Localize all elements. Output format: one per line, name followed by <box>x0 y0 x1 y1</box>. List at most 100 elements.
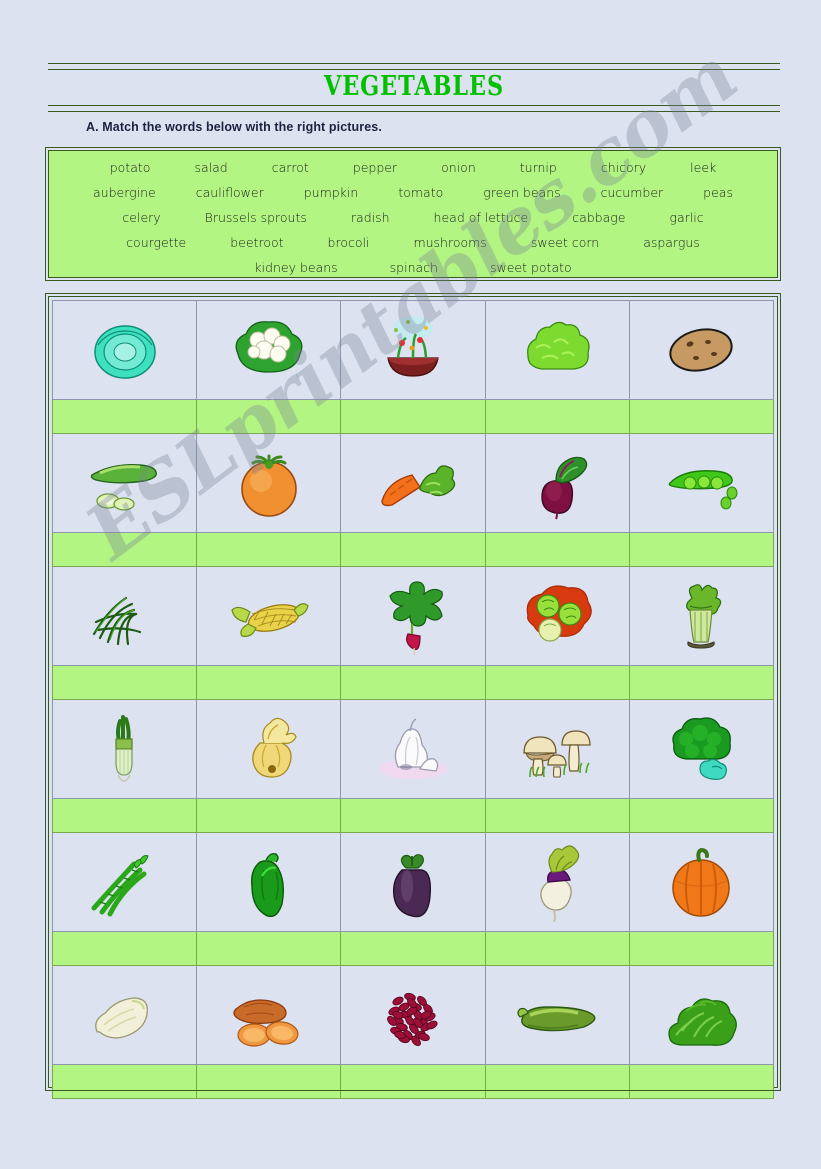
answer-blank[interactable] <box>196 665 342 700</box>
word-bank-word[interactable]: Brussels sprouts <box>205 210 307 225</box>
word-bank-word[interactable]: leek <box>690 160 716 175</box>
salad-bowl-icon <box>341 301 484 399</box>
answer-blank[interactable] <box>484 665 630 700</box>
picture-cell <box>484 965 630 1065</box>
word-bank-word[interactable]: turnip <box>520 160 557 175</box>
sweet-corn-icon <box>197 567 340 665</box>
word-bank-word[interactable]: pepper <box>353 160 397 175</box>
picture-cell <box>484 566 630 666</box>
picture-row <box>51 433 775 533</box>
picture-cell <box>484 832 630 932</box>
word-bank-word[interactable]: salad <box>194 160 227 175</box>
word-bank-word[interactable]: carrot <box>272 160 309 175</box>
answer-blank[interactable] <box>340 532 486 567</box>
answer-blank[interactable] <box>484 1064 630 1099</box>
word-bank-word[interactable]: sweet potato <box>490 260 572 275</box>
word-bank-word[interactable]: head of lettuce <box>434 210 529 225</box>
page-title: VEGETABLES <box>323 71 505 102</box>
word-bank-word[interactable]: aspargus <box>643 235 700 250</box>
word-bank-row: kidney beans spinach sweet potato <box>59 255 767 280</box>
turnip-icon <box>486 833 629 931</box>
word-bank-word[interactable]: chicory <box>601 160 646 175</box>
answer-blank[interactable] <box>196 1064 342 1099</box>
answer-blank[interactable] <box>51 798 198 833</box>
word-bank-word[interactable]: cabbage <box>572 210 625 225</box>
answer-blank[interactable] <box>51 1064 198 1099</box>
picture-cell <box>484 300 630 400</box>
answer-blank[interactable] <box>340 399 486 434</box>
instruction-text: A. Match the words below with the right … <box>86 120 382 134</box>
answer-blank[interactable] <box>628 1064 775 1099</box>
word-bank-row: courgette beetroot brocoli mushrooms sweet c… <box>59 230 767 255</box>
word-bank-word[interactable]: potato <box>110 160 151 175</box>
word-bank-word[interactable]: radish <box>351 210 390 225</box>
leek-icon <box>53 700 196 798</box>
kidney-beans-icon <box>341 966 484 1064</box>
picture-cell <box>51 566 198 666</box>
answer-blank[interactable] <box>51 399 198 434</box>
spinach-icon <box>630 966 773 1064</box>
picture-cell <box>340 300 486 400</box>
answer-blank[interactable] <box>51 532 198 567</box>
word-bank-word[interactable]: onion <box>441 160 476 175</box>
picture-row <box>51 832 775 932</box>
word-bank-word[interactable]: tomato <box>398 185 443 200</box>
picture-cell <box>628 433 775 533</box>
picture-row <box>51 965 775 1065</box>
word-bank-word[interactable]: cucumber <box>601 185 664 200</box>
answer-blank[interactable] <box>484 532 630 567</box>
answer-blank[interactable] <box>340 798 486 833</box>
answer-blank[interactable] <box>51 665 198 700</box>
word-bank-row: aubergine cauliflower pumpkin tomato green b… <box>59 180 767 205</box>
brocoli-icon <box>630 700 773 798</box>
answer-row <box>51 399 775 434</box>
cauliflower-icon <box>197 301 340 399</box>
picture-cell <box>628 965 775 1065</box>
word-bank-word[interactable]: sweet corn <box>531 235 599 250</box>
title-rule-top <box>48 63 780 70</box>
answer-row <box>51 532 775 567</box>
answer-blank[interactable] <box>196 931 342 966</box>
word-bank-word[interactable]: kidney beans <box>254 260 337 275</box>
picture-cell <box>196 699 342 799</box>
answer-blank[interactable] <box>340 1064 486 1099</box>
picture-cell <box>340 433 486 533</box>
answer-blank[interactable] <box>484 798 630 833</box>
picture-row <box>51 699 775 799</box>
answer-blank[interactable] <box>628 532 775 567</box>
word-bank-word[interactable]: mushrooms <box>413 235 486 250</box>
word-bank-word[interactable]: peas <box>703 185 733 200</box>
pumpkin-icon <box>630 833 773 931</box>
answer-blank[interactable] <box>628 399 775 434</box>
answer-blank[interactable] <box>196 798 342 833</box>
answer-blank[interactable] <box>484 399 630 434</box>
word-bank-word[interactable]: courgette <box>126 235 186 250</box>
word-bank-word[interactable]: celery <box>122 210 160 225</box>
answer-blank[interactable] <box>196 532 342 567</box>
word-bank-word[interactable]: aubergine <box>93 185 156 200</box>
answer-blank[interactable] <box>484 931 630 966</box>
answer-blank[interactable] <box>628 665 775 700</box>
word-bank-word[interactable]: brocoli <box>328 235 370 250</box>
courgette-icon <box>486 966 629 1064</box>
word-bank-word[interactable]: beetroot <box>230 235 283 250</box>
tomato-icon <box>197 434 340 532</box>
word-bank-word[interactable]: pumpkin <box>304 185 359 200</box>
answer-blank[interactable] <box>340 931 486 966</box>
answer-blank[interactable] <box>340 665 486 700</box>
picture-cell <box>51 300 198 400</box>
word-bank-word[interactable]: spinach <box>390 260 438 275</box>
answer-blank[interactable] <box>51 931 198 966</box>
word-bank-word[interactable]: garlic <box>669 210 703 225</box>
answer-blank[interactable] <box>628 798 775 833</box>
picture-cell <box>51 433 198 533</box>
picture-cell <box>484 433 630 533</box>
word-bank-word[interactable]: cauliflower <box>196 185 264 200</box>
garlic-icon <box>341 700 484 798</box>
picture-row <box>51 300 775 400</box>
answer-blank[interactable] <box>196 399 342 434</box>
mushrooms-icon <box>486 700 629 798</box>
beetroot-icon <box>486 434 629 532</box>
answer-blank[interactable] <box>628 931 775 966</box>
word-bank-word[interactable]: green beans <box>483 185 560 200</box>
